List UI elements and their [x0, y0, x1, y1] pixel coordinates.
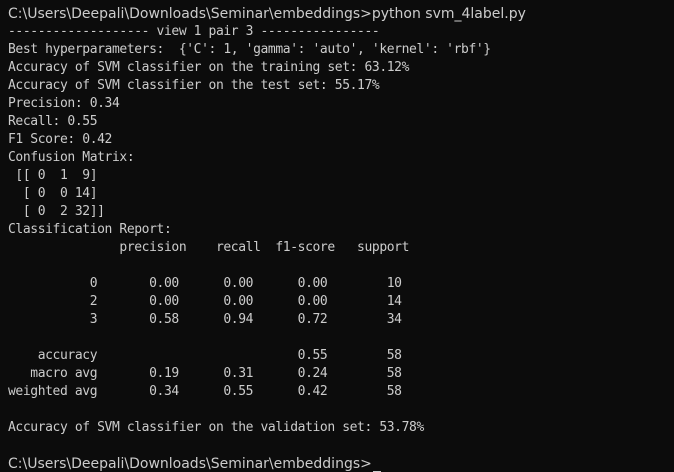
- prompt-text: C:\Users\Deepali\Downloads\Seminar\embed…: [8, 456, 372, 472]
- report-row: 2 0.00 0.00 0.00 14: [8, 294, 402, 309]
- classification-report-title: Classification Report:: [8, 222, 172, 237]
- report-row: 0 0.00 0.00 0.00 10: [8, 276, 402, 291]
- confusion-matrix-title: Confusion Matrix:: [8, 150, 135, 165]
- recall-line: Recall: 0.55: [8, 114, 98, 129]
- precision-line: Precision: 0.34: [8, 96, 120, 111]
- f1-score-line: F1 Score: 0.42: [8, 132, 112, 147]
- test-accuracy: Accuracy of SVM classifier on the test s…: [8, 78, 380, 93]
- report-header: precision recall f1-score support: [8, 240, 410, 255]
- report-summary-row: macro avg 0.19 0.31 0.24 58: [8, 366, 402, 381]
- section-header: ------------------- view 1 pair 3 ------…: [8, 24, 380, 39]
- confusion-matrix-row: [ 0 2 32]]: [8, 204, 105, 219]
- confusion-matrix-row: [ 0 0 14]: [8, 186, 98, 201]
- prompt-line[interactable]: C:\Users\Deepali\Downloads\Seminar\embed…: [8, 455, 381, 472]
- confusion-matrix-row: [[ 0 1 9]: [8, 168, 98, 183]
- terminal-window[interactable]: C:\Users\Deepali\Downloads\Seminar\embed…: [0, 0, 674, 472]
- validation-accuracy: Accuracy of SVM classifier on the valida…: [8, 420, 424, 435]
- report-summary-row: weighted avg 0.34 0.55 0.42 58: [8, 384, 402, 399]
- best-hyperparameters: Best hyperparameters: {'C': 1, 'gamma': …: [8, 42, 491, 57]
- report-summary-row: accuracy 0.55 58: [8, 348, 402, 363]
- training-accuracy: Accuracy of SVM classifier on the traini…: [8, 60, 410, 75]
- command-line: C:\Users\Deepali\Downloads\Seminar\embed…: [8, 6, 526, 22]
- report-row: 3 0.58 0.94 0.72 34: [8, 312, 402, 327]
